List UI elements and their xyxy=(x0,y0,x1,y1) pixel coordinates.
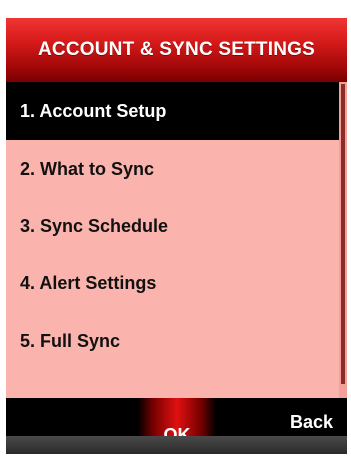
menu-item-label: 1. Account Setup xyxy=(20,100,167,121)
menu-item-what-to-sync[interactable]: 2. What to Sync xyxy=(6,140,339,198)
title-bar: ACCOUNT & SYNC SETTINGS xyxy=(6,18,347,82)
screen: ACCOUNT & SYNC SETTINGS 1. Account Setup… xyxy=(6,18,347,454)
scrollbar-thumb[interactable] xyxy=(341,84,345,384)
menu-item-sync-schedule[interactable]: 3. Sync Schedule xyxy=(6,197,339,255)
menu-item-label: 3. Sync Schedule xyxy=(20,215,169,236)
menu-item-label: 4. Alert Settings xyxy=(20,272,157,293)
menu-item-account-setup[interactable]: 1. Account Setup xyxy=(6,82,339,140)
phone-device: ACCOUNT & SYNC SETTINGS 1. Account Setup… xyxy=(0,0,351,462)
device-bottom-edge xyxy=(6,436,347,454)
back-button[interactable]: Back xyxy=(290,412,333,433)
menu-item-label: 5. Full Sync xyxy=(20,330,121,351)
menu-item-alert-settings[interactable]: 4. Alert Settings xyxy=(6,254,339,312)
page-title: ACCOUNT & SYNC SETTINGS xyxy=(38,39,315,60)
settings-menu: 1. Account Setup 2. What to Sync 3. Sync… xyxy=(6,82,339,398)
menu-item-label: 2. What to Sync xyxy=(20,158,155,179)
scrollbar[interactable] xyxy=(339,82,347,398)
back-label: Back xyxy=(289,412,333,432)
menu-item-full-sync[interactable]: 5. Full Sync xyxy=(6,312,339,370)
